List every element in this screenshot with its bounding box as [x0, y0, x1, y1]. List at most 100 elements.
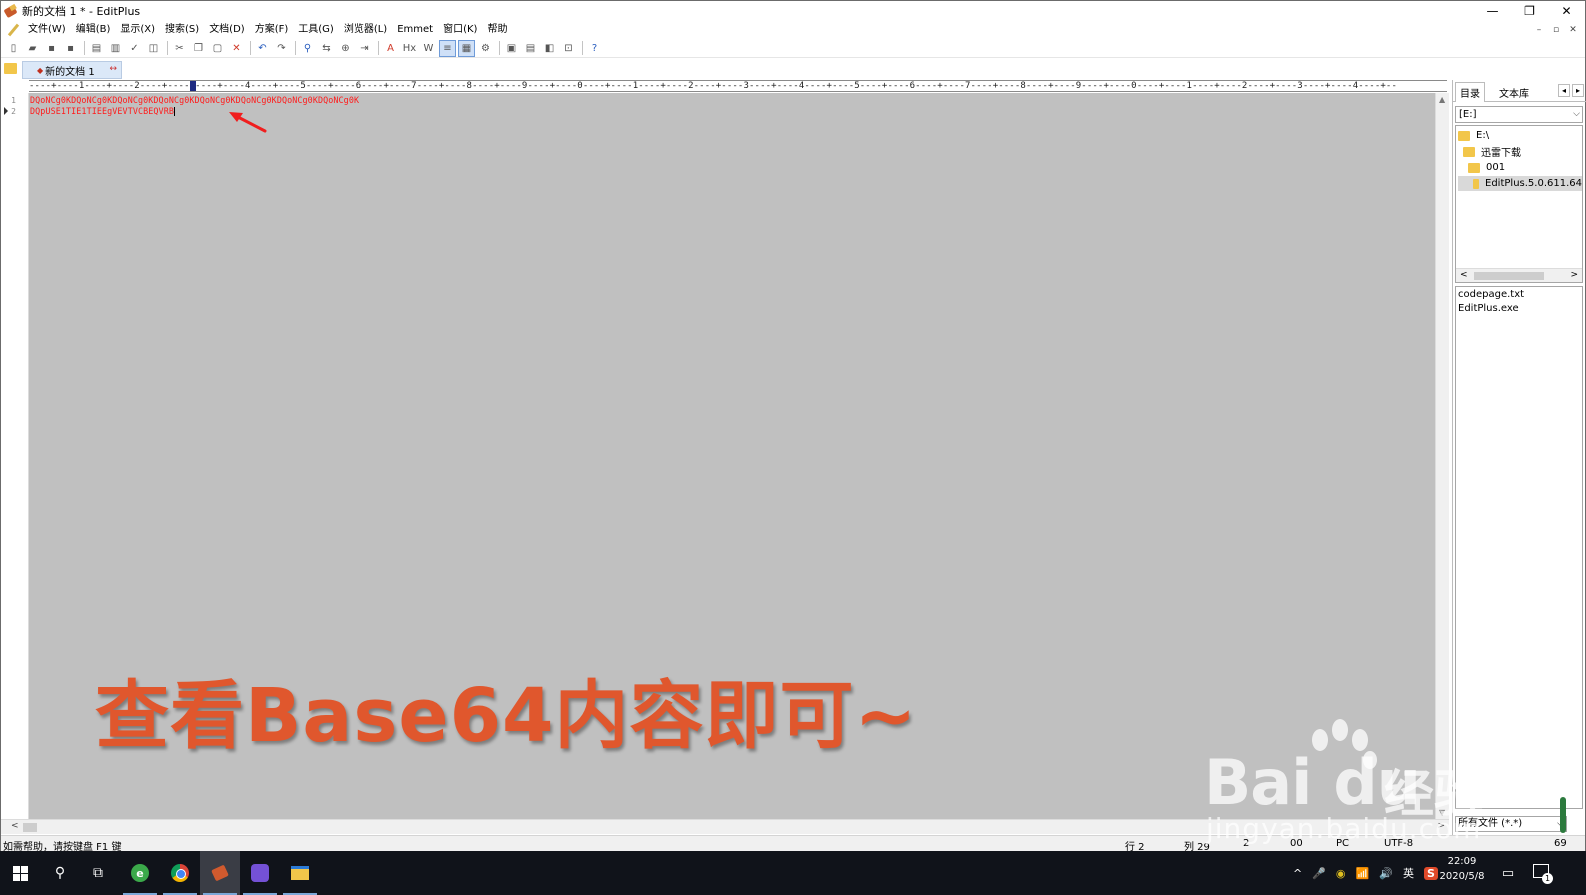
scroll-right-icon[interactable]: > [1437, 821, 1445, 831]
output-window-button[interactable]: ◧ [541, 40, 558, 57]
tab-scroll-left-icon[interactable]: ◂ [1558, 84, 1570, 97]
menu-emmet[interactable]: Emmet [392, 21, 438, 38]
taskbar-clock[interactable]: 22:09 2020/5/8 [1436, 854, 1488, 884]
tab-close-icon[interactable]: ↔ [109, 64, 117, 74]
status-line-format[interactable]: PC [1336, 838, 1349, 849]
editplus-app-icon[interactable] [4, 4, 18, 18]
mdi-restore-button[interactable]: ▫ [1550, 25, 1562, 35]
code-line-2: DQpUSE1TIE1TIEEgVEVTVCBEQVRB [30, 106, 175, 116]
taskbar-app-purple[interactable] [240, 851, 280, 895]
editor-vertical-scrollbar[interactable]: ▲ ▼ [1435, 93, 1449, 819]
find-button[interactable]: ⚲ [299, 40, 316, 57]
tree-item[interactable]: 001 [1468, 160, 1505, 175]
menu-browser[interactable]: 浏览器(L) [339, 21, 392, 38]
file-filter-select[interactable]: 所有文件 (*.*) ⌵ [1455, 816, 1567, 832]
tree-scroll-thumb[interactable] [1474, 272, 1544, 280]
word-wrap-button[interactable]: W [420, 40, 437, 57]
tab-document-1[interactable]: ◆ 新的文档 1 ↔ [22, 61, 122, 79]
wifi-icon[interactable]: 📶 [1356, 867, 1370, 880]
undo-button[interactable]: ↶ [254, 40, 271, 57]
column-select-button[interactable]: ▦ [458, 39, 475, 57]
menu-search[interactable]: 搜索(S) [160, 21, 204, 38]
line-number-button[interactable]: ≡ [439, 39, 456, 57]
tree-item[interactable]: 迅雷下载 [1463, 144, 1521, 159]
menu-project[interactable]: 方案(F) [250, 21, 294, 38]
copy-button[interactable]: ❐ [190, 40, 207, 57]
taskbar-editplus[interactable] [200, 851, 240, 895]
print-button[interactable]: ▥ [107, 40, 124, 57]
hex-button[interactable]: Hx [401, 40, 418, 57]
scroll-down-icon[interactable]: ▼ [1439, 808, 1445, 817]
menu-edit[interactable]: 编辑(B) [71, 21, 116, 38]
browser-preview-button[interactable]: ◫ [145, 40, 162, 57]
taskbar-file-explorer[interactable] [280, 851, 320, 895]
tab-cliptext[interactable]: 文本库 [1495, 82, 1533, 102]
tab-directory[interactable]: 目录 [1455, 82, 1485, 102]
tree-item[interactable]: E:\ [1458, 128, 1489, 143]
font-button[interactable]: A [382, 40, 399, 57]
directory-button[interactable]: ▤ [522, 40, 539, 57]
taskbar-chrome[interactable] [160, 851, 200, 895]
settings-button[interactable]: ⚙ [477, 40, 494, 57]
tree-item-selected[interactable]: EditPlus.5.0.611.64 [1458, 176, 1582, 191]
copy-icon: ❐ [194, 42, 203, 54]
open-file-button[interactable]: ▰ [24, 40, 41, 57]
menu-document[interactable]: 文档(D) [204, 21, 250, 38]
start-button[interactable] [0, 851, 40, 895]
task-view-button[interactable]: ⧉ [78, 851, 118, 895]
drive-select[interactable]: [E:] ⌵ [1455, 106, 1583, 123]
microphone-icon[interactable]: 🎤 [1312, 867, 1326, 880]
status-encoding[interactable]: UTF-8 [1384, 838, 1413, 849]
minimize-button[interactable]: — [1474, 1, 1511, 21]
paste-button[interactable]: ▢ [209, 40, 226, 57]
replace-button[interactable]: ⇆ [318, 40, 335, 57]
redo-button[interactable]: ↷ [273, 40, 290, 57]
scroll-left-icon[interactable]: < [1460, 270, 1468, 280]
editor-horizontal-scrollbar[interactable]: < > [1, 819, 1449, 834]
tray-expand-icon[interactable]: ^ [1293, 867, 1302, 880]
directory-icon: ▤ [525, 42, 536, 54]
help-button[interactable]: ? [586, 40, 603, 57]
task-view-icon: ⧉ [93, 865, 103, 881]
notes-icon: ▭ [1501, 865, 1515, 881]
cliptext-button[interactable]: ▣ [503, 40, 520, 57]
menu-window[interactable]: 窗口(K) [438, 21, 482, 38]
menu-view[interactable]: 显示(X) [115, 21, 160, 38]
panel-resize-handle[interactable] [1560, 797, 1566, 833]
find-in-files-button[interactable]: ⊕ [337, 40, 354, 57]
mdi-close-button[interactable]: ✕ [1567, 25, 1579, 35]
maximize-button[interactable]: ❐ [1511, 1, 1548, 21]
search-button[interactable]: ⚲ [40, 851, 80, 895]
scroll-up-icon[interactable]: ▲ [1439, 95, 1445, 104]
menu-help[interactable]: 帮助 [482, 21, 512, 38]
input-language-indicator[interactable]: 英 [1403, 865, 1414, 881]
close-button[interactable]: ✕ [1548, 1, 1585, 21]
save-button[interactable]: ▪ [43, 40, 60, 57]
volume-icon[interactable]: 🔊 [1379, 867, 1393, 880]
file-item[interactable]: EditPlus.exe [1458, 303, 1519, 314]
mdi-minimize-button[interactable]: – [1533, 25, 1545, 35]
horizontal-scroll-thumb[interactable] [23, 823, 37, 832]
tab-scroll-right-icon[interactable]: ▸ [1572, 84, 1584, 97]
clock-date: 2020/5/8 [1439, 871, 1485, 882]
save-all-button[interactable]: ▪ [62, 40, 79, 57]
new-file-button[interactable]: ▯ [5, 40, 22, 57]
show-desktop-notes-button[interactable]: ▭ [1490, 851, 1526, 895]
scroll-left-icon[interactable]: < [11, 821, 19, 831]
folder-icon[interactable] [4, 63, 17, 74]
tree-horizontal-scrollbar[interactable]: < > [1456, 268, 1582, 282]
goto-line-button[interactable]: ⇥ [356, 40, 373, 57]
file-item[interactable]: codepage.txt [1458, 289, 1524, 300]
scroll-right-icon[interactable]: > [1570, 270, 1578, 280]
cut-button[interactable]: ✂ [171, 40, 188, 57]
taskbar-ie-browser[interactable]: e [120, 851, 160, 895]
menu-tools[interactable]: 工具(G) [293, 21, 339, 38]
print-preview-button[interactable]: ▤ [88, 40, 105, 57]
menu-file[interactable]: 文件(W) [23, 21, 71, 38]
spellcheck-button[interactable]: ✓ [126, 40, 143, 57]
tray-app-icon[interactable]: ◉ [1336, 867, 1346, 880]
directory-panel: 目录 文本库 ◂ ▸ [E:] ⌵ E:\ 迅雷下载 001 EditPlus.… [1452, 80, 1586, 835]
folder-icon [1468, 162, 1480, 173]
delete-button[interactable]: ✕ [228, 40, 245, 57]
fullscreen-button[interactable]: ⊡ [560, 40, 577, 57]
